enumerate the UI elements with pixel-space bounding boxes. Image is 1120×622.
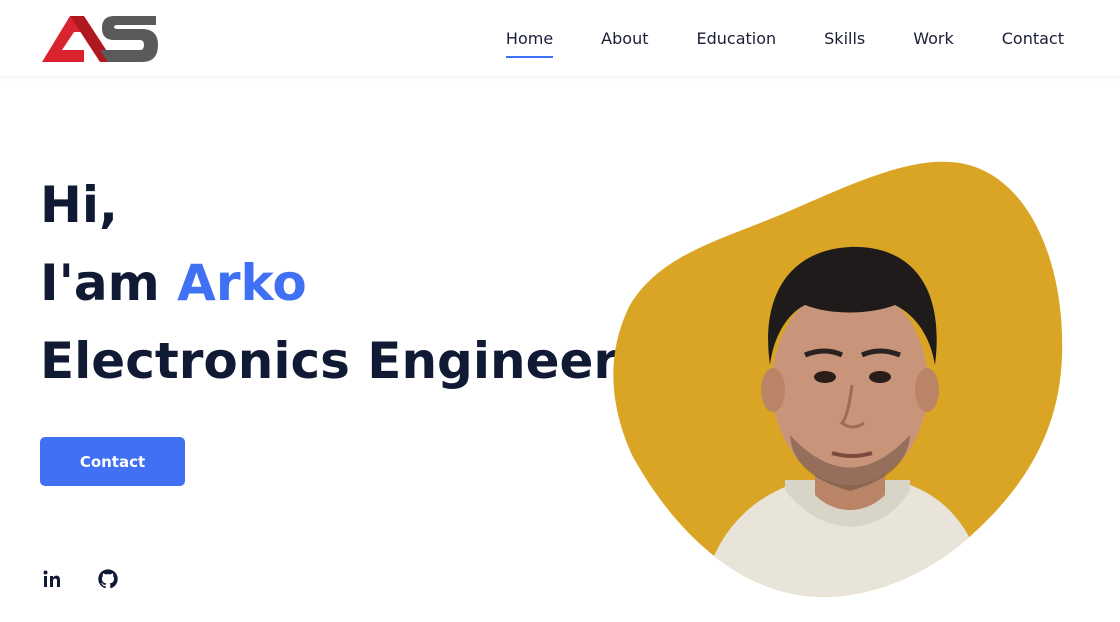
main-nav: Home About Education Skills Work Contact bbox=[505, 0, 1064, 76]
profile-photo bbox=[613, 161, 1063, 597]
nav-item-skills[interactable]: Skills bbox=[824, 23, 865, 54]
nav-item-about[interactable]: About bbox=[601, 23, 648, 54]
nav-item-work[interactable]: Work bbox=[913, 23, 954, 54]
github-icon[interactable] bbox=[96, 567, 120, 591]
hero-title: Electronics Engineer bbox=[40, 332, 619, 390]
hero-name: Arko bbox=[177, 254, 307, 312]
hero-greeting: Hi, bbox=[40, 176, 118, 234]
hero-intro-prefix: I'am bbox=[40, 254, 178, 312]
nav-item-education[interactable]: Education bbox=[696, 23, 776, 54]
brand-logo[interactable] bbox=[40, 12, 160, 64]
hero-heading: Hi, I'am Arko Electronics Engineer bbox=[40, 166, 618, 400]
hero-intro: I'am Arko bbox=[40, 244, 618, 322]
nav-item-contact[interactable]: Contact bbox=[1002, 23, 1064, 54]
social-links bbox=[40, 567, 120, 591]
site-header: Home About Education Skills Work Contact bbox=[0, 0, 1120, 76]
contact-button[interactable]: Contact bbox=[40, 437, 185, 486]
linkedin-icon[interactable] bbox=[40, 567, 64, 591]
nav-item-home[interactable]: Home bbox=[505, 23, 554, 58]
